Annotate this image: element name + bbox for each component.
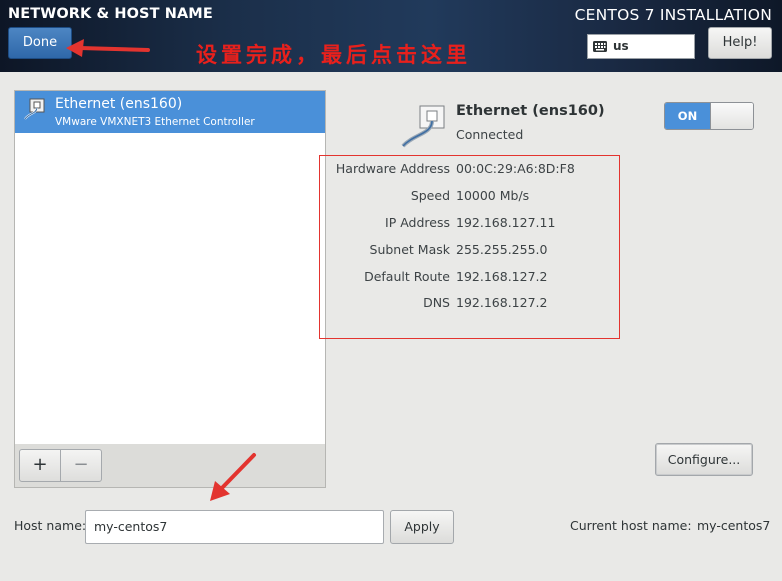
- page-title: NETWORK & HOST NAME: [8, 6, 213, 22]
- detail-label: Speed: [410, 188, 450, 203]
- add-connection-button[interactable]: +: [19, 449, 61, 482]
- detail-value: 10000 Mb/s: [456, 188, 530, 203]
- device-name: Ethernet (ens160): [456, 103, 605, 119]
- connection-list-toolbar: + −: [14, 444, 326, 488]
- product-title: CENTOS 7 INSTALLATION: [574, 6, 772, 24]
- detail-label: Subnet Mask: [369, 242, 450, 257]
- detail-row-speed: Speed 10000 Mb/s: [330, 188, 620, 206]
- hostname-label: Host name:: [14, 518, 87, 533]
- detail-row-subnet-mask: Subnet Mask 255.255.255.0: [330, 242, 620, 260]
- detail-value: 00:0C:29:A6:8D:F8: [456, 161, 575, 176]
- configure-button[interactable]: Configure...: [655, 443, 753, 476]
- device-status: Connected: [456, 127, 524, 142]
- remove-connection-button[interactable]: −: [60, 449, 102, 482]
- current-hostname-label: Current host name:: [570, 518, 692, 533]
- keyboard-layout-label: us: [613, 39, 629, 53]
- keyboard-layout-indicator[interactable]: us: [587, 34, 695, 59]
- detail-label: Default Route: [364, 269, 450, 284]
- ethernet-device-icon: [401, 105, 445, 148]
- keyboard-icon: [593, 41, 607, 52]
- connection-description: VMware VMXNET3 Ethernet Controller: [55, 116, 255, 128]
- detail-label: Hardware Address: [335, 161, 450, 176]
- toggle-knob: [710, 103, 753, 129]
- device-on-off-toggle[interactable]: ON: [664, 102, 754, 130]
- toggle-on-label: ON: [665, 103, 710, 129]
- apply-hostname-button[interactable]: Apply: [390, 510, 454, 544]
- detail-row-hardware-address: Hardware Address 00:0C:29:A6:8D:F8: [330, 161, 620, 179]
- detail-value: 255.255.255.0: [456, 242, 548, 257]
- detail-row-dns: DNS 192.168.127.2: [330, 295, 620, 313]
- detail-label: IP Address: [385, 215, 450, 230]
- detail-row-ip-address: IP Address 192.168.127.11: [330, 215, 620, 233]
- annotation-text: 设置完成，最后点击这里: [196, 42, 471, 67]
- detail-row-default-route: Default Route 192.168.127.2: [330, 269, 620, 287]
- detail-value: 192.168.127.2: [456, 269, 548, 284]
- detail-label: DNS: [423, 295, 450, 310]
- hostname-input[interactable]: my-centos7: [85, 510, 384, 544]
- header-bar: NETWORK & HOST NAME Done 设置完成，最后点击这里 CEN…: [0, 0, 782, 72]
- detail-value: 192.168.127.11: [456, 215, 556, 230]
- help-button[interactable]: Help!: [708, 27, 772, 59]
- current-hostname-value: my-centos7: [697, 518, 771, 533]
- connection-item-ens160[interactable]: Ethernet (ens160) VMware VMXNET3 Etherne…: [15, 91, 325, 133]
- connection-list: Ethernet (ens160) VMware VMXNET3 Etherne…: [14, 90, 326, 445]
- detail-value: 192.168.127.2: [456, 295, 548, 310]
- done-button[interactable]: Done: [8, 27, 72, 59]
- connection-name: Ethernet (ens160): [55, 96, 183, 112]
- ethernet-icon: [24, 98, 45, 120]
